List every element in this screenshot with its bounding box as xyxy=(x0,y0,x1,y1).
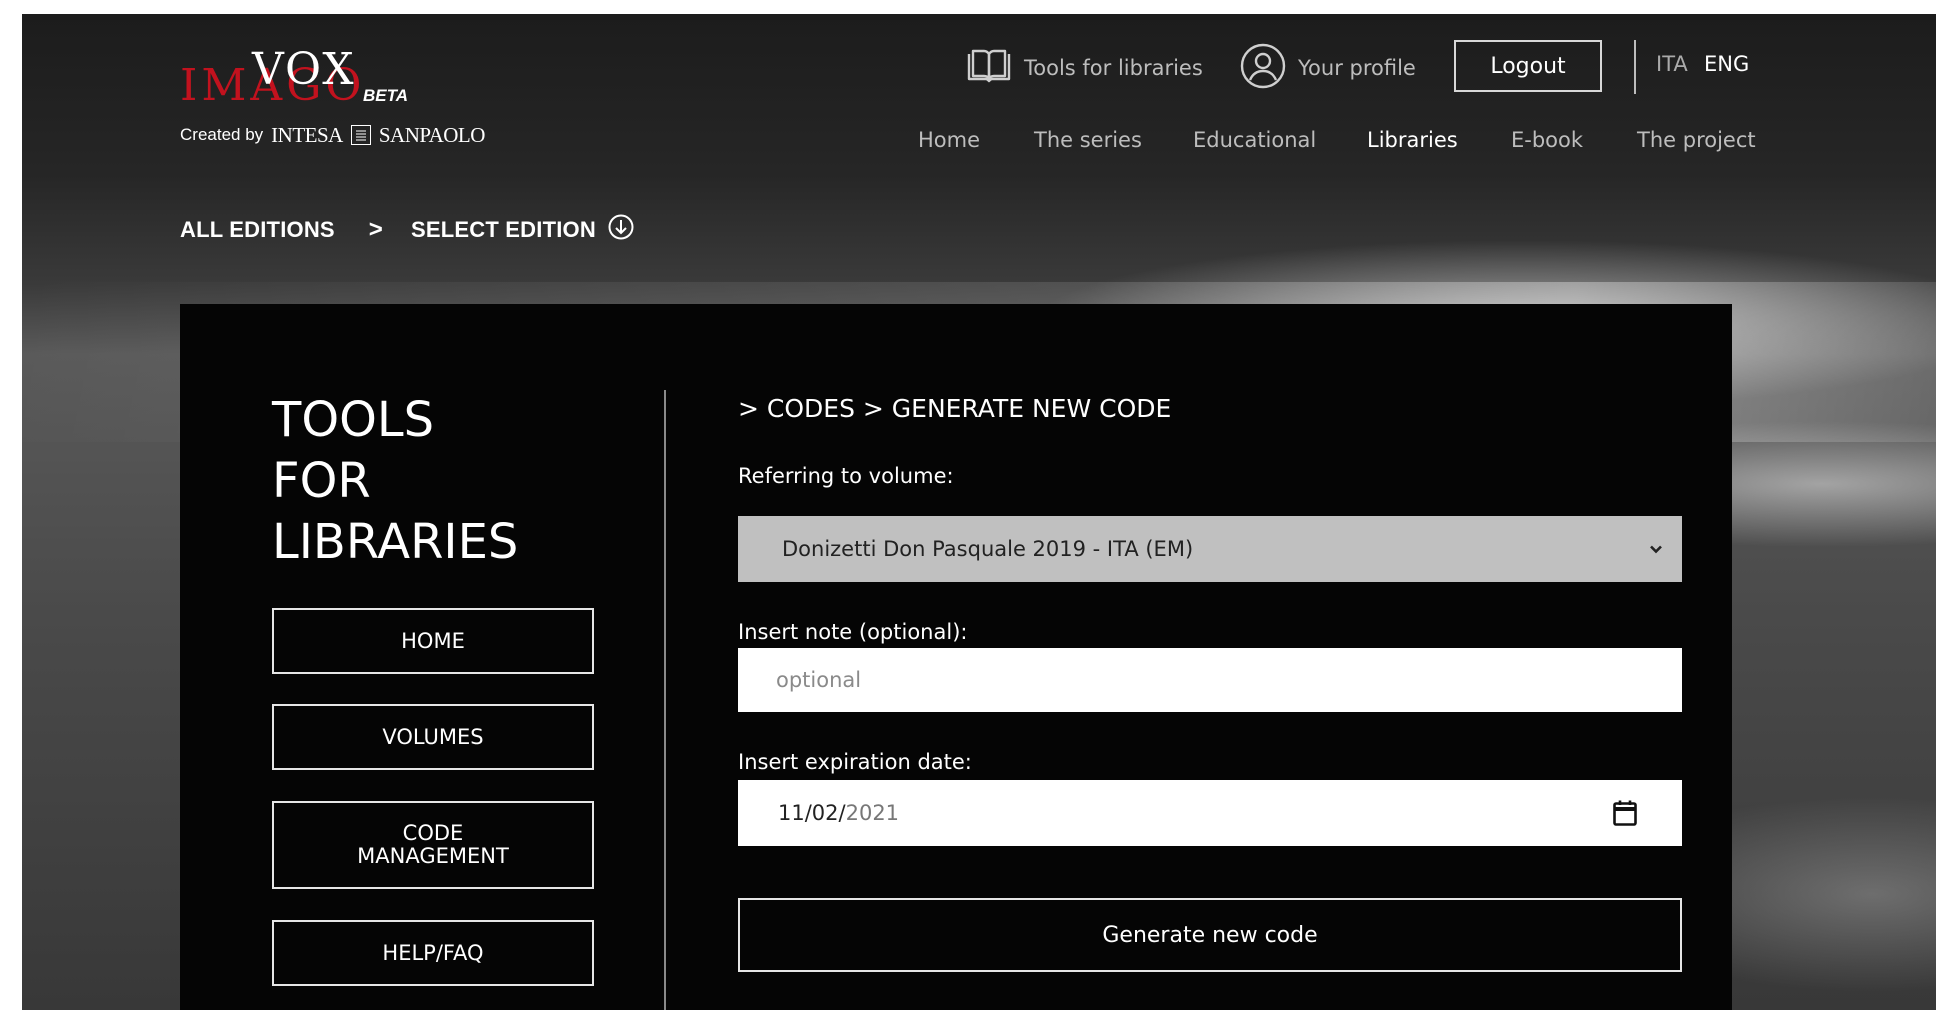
logout-button[interactable]: Logout xyxy=(1454,40,1602,92)
nav-educational[interactable]: Educational xyxy=(1193,128,1316,152)
tools-for-libraries-title: TOOLS FOR LIBRARIES xyxy=(272,390,518,573)
expiration-date-input[interactable]: 11/02/2021 xyxy=(738,780,1682,846)
codes-path-breadcrumb: > CODES > GENERATE NEW CODE xyxy=(738,394,1172,423)
note-input[interactable]: optional xyxy=(738,648,1682,712)
select-edition-link[interactable]: SELECT EDITION xyxy=(411,217,596,243)
nav-home[interactable]: Home xyxy=(918,128,980,152)
user-icon xyxy=(1240,43,1286,94)
topbar-divider xyxy=(1634,40,1636,94)
nav-the-series[interactable]: The series xyxy=(1034,128,1142,152)
created-by-label: Created by xyxy=(180,125,264,144)
all-editions-link[interactable]: ALL EDITIONS xyxy=(180,217,335,243)
calendar-icon[interactable] xyxy=(1612,799,1638,832)
nav-the-project[interactable]: The project xyxy=(1637,128,1756,152)
generate-new-code-button[interactable]: Generate new code xyxy=(738,898,1682,972)
tools-for-libraries-link[interactable]: Tools for libraries xyxy=(966,48,1203,88)
your-profile-link[interactable]: Your profile xyxy=(1240,43,1416,94)
title-line-2: FOR xyxy=(272,453,371,509)
volume-selected-value: Donizetti Don Pasquale 2019 - ITA (EM) xyxy=(782,537,1194,561)
created-by-line: Created by INTESA SANPAOLO xyxy=(180,120,485,150)
edition-breadcrumb: ALL EDITIONS > SELECT EDITION xyxy=(180,214,634,246)
nav-e-book[interactable]: E-book xyxy=(1511,128,1583,152)
date-day-month: 11/02/ xyxy=(778,801,846,825)
sidebar-code-management-button[interactable]: CODE MANAGEMENT xyxy=(272,801,594,889)
sidebar-volumes-button[interactable]: VOLUMES xyxy=(272,704,594,770)
logo-vox-text: VOX xyxy=(252,44,356,95)
sponsor-right-text: SANPAOLO xyxy=(378,122,486,147)
your-profile-label: Your profile xyxy=(1298,56,1416,80)
circle-arrow-down-icon[interactable] xyxy=(608,214,634,246)
note-placeholder: optional xyxy=(776,668,862,692)
title-line-3: LIBRARIES xyxy=(272,514,519,570)
tools-for-libraries-label: Tools for libraries xyxy=(1024,56,1203,80)
panel-divider xyxy=(664,390,666,1010)
logo-beta-badge: BETA xyxy=(363,86,409,105)
vox-imago-logo[interactable]: IMAGO VOX BETA xyxy=(180,24,440,114)
title-line-1: TOOLS xyxy=(272,392,435,448)
expiration-date-label: Insert expiration date: xyxy=(738,750,972,774)
code-management-line-1: CODE xyxy=(402,821,464,845)
volume-label: Referring to volume: xyxy=(738,464,954,488)
book-icon xyxy=(966,49,1012,88)
volume-select[interactable]: Donizetti Don Pasquale 2019 - ITA (EM) xyxy=(738,516,1682,582)
sponsor-left-text: INTESA xyxy=(271,122,343,147)
sidebar-home-button[interactable]: HOME xyxy=(272,608,594,674)
sponsor-mark-icon xyxy=(350,125,371,145)
lang-eng-link[interactable]: ENG xyxy=(1704,52,1749,76)
code-management-line-2: MANAGEMENT xyxy=(357,844,509,868)
nav-libraries[interactable]: Libraries xyxy=(1367,128,1458,152)
breadcrumb-separator: > xyxy=(368,216,383,243)
date-year: 2021 xyxy=(845,801,900,825)
note-label: Insert note (optional): xyxy=(738,620,968,644)
sidebar-help-faq-button[interactable]: HELP/FAQ xyxy=(272,920,594,986)
chevron-down-icon xyxy=(1648,538,1664,562)
lang-ita-link[interactable]: ITA xyxy=(1656,52,1688,76)
